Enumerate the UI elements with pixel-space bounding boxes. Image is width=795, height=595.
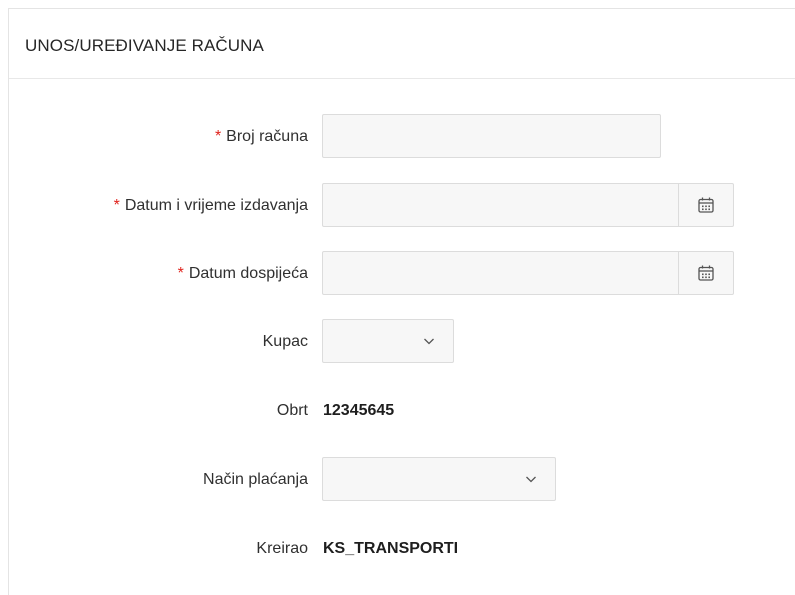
- nacin-placanja-label: Način plaćanja: [203, 471, 308, 488]
- obrt-label: Obrt: [276, 402, 308, 419]
- broj-racuna-label-text: Broj računa: [226, 128, 308, 145]
- kupac-label: Kupac: [262, 333, 308, 350]
- datum-dospijeca-input[interactable]: [322, 251, 679, 295]
- row-datum-izdavanja: * Datum i vrijeme izdavanja: [9, 183, 795, 229]
- datum-izdavanja-label-text: Datum i vrijeme izdavanja: [124, 197, 308, 214]
- panel-header: UNOS/UREĐIVANJE RAČUNA: [9, 9, 795, 79]
- required-marker: *: [177, 265, 184, 282]
- chevron-down-icon: [526, 476, 536, 483]
- row-nacin-placanja: Način plaćanja: [9, 457, 795, 503]
- broj-racuna-input[interactable]: [322, 114, 661, 158]
- obrt-value: 12345645: [323, 402, 395, 419]
- kreirao-label: Kreirao: [256, 540, 308, 557]
- datum-izdavanja-label: * Datum i vrijeme izdavanja: [114, 183, 308, 229]
- page-title: UNOS/UREĐIVANJE RAČUNA: [25, 36, 264, 55]
- nacin-placanja-select[interactable]: [322, 457, 556, 501]
- required-marker: *: [214, 128, 222, 145]
- invoice-form-panel: UNOS/UREĐIVANJE RAČUNA * Broj računa * Dat…: [8, 8, 795, 595]
- datum-izdavanja-calendar-button[interactable]: [678, 183, 734, 227]
- datum-dospijeca-label: * Datum dospijeća: [178, 251, 308, 297]
- row-obrt: Obrt 12345645: [9, 388, 795, 434]
- kupac-select[interactable]: [322, 319, 454, 363]
- row-datum-dospijeca: * Datum dospijeća: [9, 251, 795, 297]
- broj-racuna-label: * Broj računa: [215, 114, 308, 160]
- datum-dospijeca-label-text: Datum dospijeća: [188, 265, 308, 282]
- required-marker: *: [113, 197, 120, 214]
- calendar-icon: [698, 265, 714, 281]
- kreirao-value: KS_TRANSPORTI: [323, 540, 459, 557]
- datum-izdavanja-input[interactable]: [322, 183, 679, 227]
- chevron-down-icon: [424, 338, 434, 345]
- row-broj-racuna: * Broj računa: [9, 114, 795, 160]
- calendar-icon: [698, 197, 714, 213]
- row-kreirao: Kreirao KS_TRANSPORTI: [9, 526, 795, 572]
- row-kupac: Kupac: [9, 319, 795, 365]
- datum-dospijeca-calendar-button[interactable]: [678, 251, 734, 295]
